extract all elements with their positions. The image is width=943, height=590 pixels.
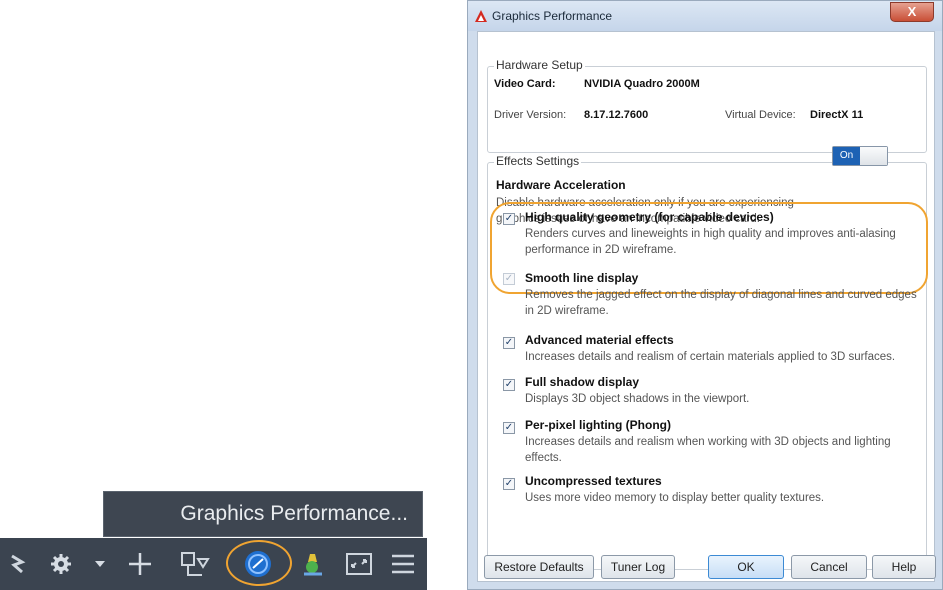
smooth-line-display-desc: Removes the jagged effect on the display… — [525, 289, 917, 317]
dropdown-icon[interactable] — [90, 538, 110, 590]
per-pixel-lighting-checkbox[interactable]: ✓ — [503, 422, 515, 434]
graphics-performance-tooltip: Graphics Performance... — [103, 491, 423, 537]
cancel-button[interactable]: Cancel — [791, 555, 867, 579]
status-bar — [0, 538, 427, 590]
toggle-on-label: On — [833, 147, 860, 165]
dialog-content: Hardware Setup Video Card: NVIDIA Quadro… — [477, 31, 935, 582]
uncompressed-textures-title: Uncompressed textures — [525, 474, 662, 488]
driver-version-label: Driver Version: — [494, 109, 567, 121]
driver-version-value: 8.17.12.7600 — [584, 109, 649, 121]
high-quality-geometry-title: High quality geometry (for capable devic… — [525, 210, 774, 224]
menu-icon[interactable] — [386, 538, 420, 590]
virtual-device-label: Virtual Device: — [725, 109, 796, 121]
graphics-performance-highlight — [226, 540, 292, 586]
restore-defaults-button[interactable]: Restore Defaults — [484, 555, 594, 579]
tuner-log-button[interactable]: Tuner Log — [601, 555, 675, 579]
smooth-line-display-title: Smooth line display — [525, 271, 639, 285]
dialog-title: Graphics Performance — [492, 9, 613, 23]
video-card-value: NVIDIA Quadro 2000M — [584, 78, 700, 90]
video-card-row: Video Card: NVIDIA Quadro 2000M — [494, 78, 700, 90]
tooltip-text: Graphics Performance... — [180, 502, 408, 525]
per-pixel-lighting-desc: Increases details and realism when worki… — [525, 436, 891, 464]
full-shadow-display-desc: Displays 3D object shadows in the viewpo… — [525, 393, 750, 405]
high-quality-geometry-checkbox[interactable]: ✓ — [503, 213, 515, 225]
snap-icon[interactable] — [4, 538, 30, 590]
fullscreen-icon[interactable] — [342, 538, 376, 590]
help-button[interactable]: Help — [872, 555, 936, 579]
uncompressed-textures-checkbox[interactable]: ✓ — [503, 478, 515, 490]
toggle-thumb — [860, 147, 887, 165]
hardware-setup-group: Hardware Setup Video Card: NVIDIA Quadro… — [487, 58, 927, 153]
advanced-material-effects-checkbox[interactable]: ✓ — [503, 337, 515, 349]
hardware-acceleration-title: Hardware Acceleration — [496, 178, 626, 192]
plus-icon[interactable] — [124, 538, 156, 590]
selection-icon[interactable] — [176, 538, 214, 590]
hardware-acceleration-toggle[interactable]: On — [832, 146, 888, 166]
virtual-device-row: Virtual Device: DirectX 11 — [725, 109, 863, 121]
video-card-label: Video Card: — [494, 78, 556, 90]
close-button[interactable]: X — [890, 2, 934, 22]
isolate-icon[interactable] — [298, 538, 328, 590]
ok-button[interactable]: OK — [708, 555, 784, 579]
per-pixel-lighting-title: Per-pixel lighting (Phong) — [525, 418, 671, 432]
full-shadow-display-checkbox[interactable]: ✓ — [503, 379, 515, 391]
autocad-logo-icon — [474, 9, 488, 28]
gear-icon[interactable] — [46, 538, 76, 590]
hardware-setup-label: Hardware Setup — [494, 58, 585, 72]
title-bar[interactable]: Graphics Performance X — [468, 1, 942, 31]
uncompressed-textures-desc: Uses more video memory to display better… — [525, 492, 825, 504]
advanced-material-effects-desc: Increases details and realism of certain… — [525, 351, 896, 363]
effects-settings-label: Effects Settings — [494, 154, 582, 168]
advanced-material-effects-title: Advanced material effects — [525, 333, 674, 347]
full-shadow-display-title: Full shadow display — [525, 375, 640, 389]
high-quality-geometry-desc: Renders curves and lineweights in high q… — [525, 228, 896, 256]
graphics-performance-dialog: Graphics Performance X Hardware Setup Vi… — [467, 0, 943, 590]
virtual-device-value: DirectX 11 — [810, 109, 864, 121]
driver-version-row: Driver Version: 8.17.12.7600 — [494, 109, 648, 121]
smooth-line-display-checkbox: ✓ — [503, 273, 515, 285]
